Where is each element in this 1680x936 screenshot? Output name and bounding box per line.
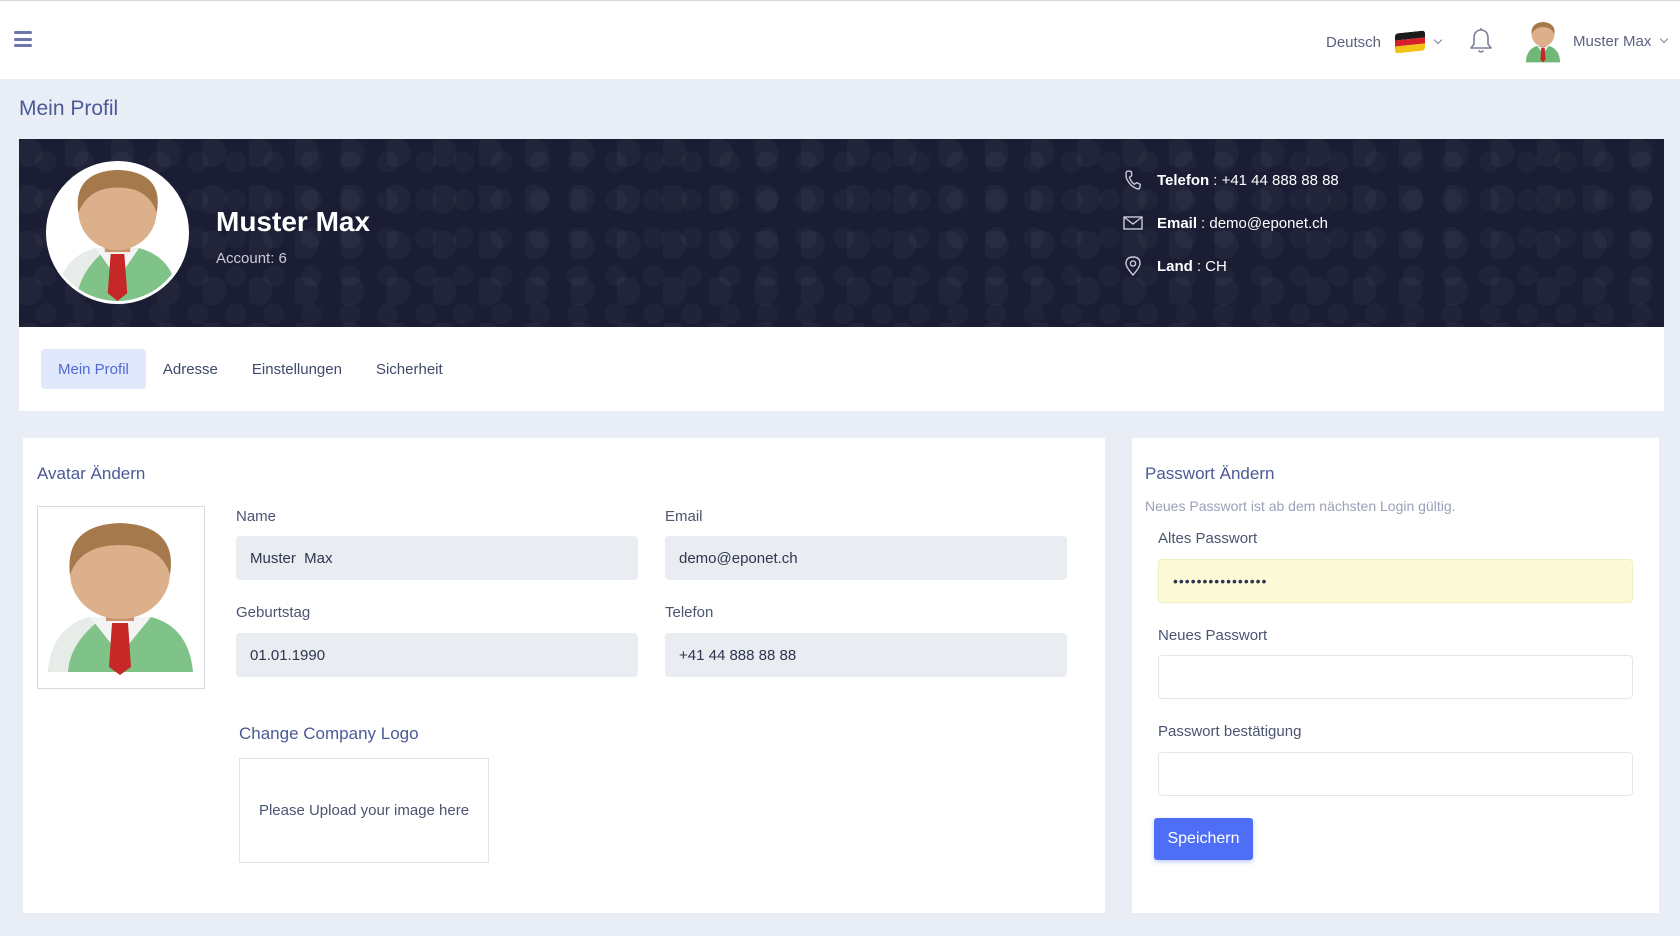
tab-adresse[interactable]: Adresse (146, 349, 235, 389)
avatar-upload[interactable] (37, 506, 205, 689)
birthday-label: Geburtstag (236, 604, 311, 621)
phone-input[interactable] (665, 633, 1067, 677)
name-label: Name (236, 508, 277, 525)
country-label: Land (1157, 257, 1193, 275)
old-password-label: Altes Passwort (1158, 530, 1258, 547)
new-password-input[interactable] (1158, 655, 1633, 699)
location-pin-icon (1125, 256, 1141, 277)
user-name: Muster Max (1573, 32, 1652, 50)
language-label: Deutsch (1326, 33, 1382, 51)
country-value: : CH (1196, 257, 1227, 275)
language-selector[interactable]: Deutsch (1326, 30, 1443, 54)
password-hint: Neues Passwort ist ab dem nächsten Login… (1145, 498, 1456, 514)
contact-country: Land : CH (1122, 254, 1227, 278)
profile-tabs: Mein Profil Adresse Einstellungen Sicher… (41, 349, 460, 389)
phone-label: Telefon (665, 604, 714, 621)
email-input[interactable] (665, 536, 1067, 580)
avatar (1523, 19, 1563, 63)
upload-hint: Please Upload your image here (258, 802, 470, 819)
birthday-input[interactable] (236, 633, 638, 677)
avatar-card: Avatar Ändern Name Email Geburtstag Tele… (23, 438, 1105, 913)
name-input[interactable] (236, 536, 638, 580)
profile-banner: Muster Max Account: 6 Telefon : +41 44 8… (19, 139, 1664, 327)
profile-avatar (46, 161, 189, 304)
email-value: : demo@eponet.ch (1201, 214, 1329, 232)
tab-einstellungen[interactable]: Einstellungen (235, 349, 359, 389)
confirm-password-input[interactable] (1158, 752, 1633, 796)
phone-icon (1125, 170, 1142, 190)
phone-value: : +41 44 888 88 88 (1213, 171, 1339, 189)
avatar-image (48, 523, 193, 675)
account-number: Account: 6 (216, 250, 287, 267)
contact-phone: Telefon : +41 44 888 88 88 (1122, 168, 1339, 192)
password-card: Passwort Ändern Neues Passwort ist ab de… (1132, 438, 1659, 913)
german-flag-icon (1395, 30, 1426, 54)
menu-icon[interactable] (14, 31, 32, 47)
old-password-input[interactable] (1158, 559, 1633, 603)
confirm-password-label: Passwort bestätigung (1158, 723, 1302, 740)
top-navbar: Deutsch Muster Max (0, 0, 1680, 79)
chevron-down-icon (1433, 35, 1443, 45)
tab-mein-profil[interactable]: Mein Profil (41, 349, 146, 389)
password-card-title: Passwort Ändern (1145, 464, 1275, 483)
chevron-down-icon (1660, 34, 1669, 44)
company-logo-title: Change Company Logo (239, 724, 419, 743)
contact-email: Email : demo@eponet.ch (1122, 211, 1328, 235)
phone-label: Telefon (1157, 171, 1210, 189)
page-title: Mein Profil (19, 97, 119, 120)
tab-sicherheit[interactable]: Sicherheit (359, 349, 460, 389)
profile-name: Muster Max (216, 206, 371, 237)
email-label: Email (1157, 214, 1198, 232)
notification-bell-icon[interactable] (1468, 27, 1494, 55)
mail-icon (1123, 216, 1143, 230)
user-menu[interactable]: Muster Max (1523, 19, 1669, 63)
new-password-label: Neues Passwort (1158, 627, 1268, 644)
email-label: Email (665, 508, 703, 525)
avatar-card-title: Avatar Ändern (37, 464, 146, 483)
profile-header-card: Muster Max Account: 6 Telefon : +41 44 8… (19, 139, 1664, 411)
save-button[interactable]: Speichern (1154, 818, 1253, 860)
company-logo-upload[interactable]: Please Upload your image here (239, 758, 489, 863)
